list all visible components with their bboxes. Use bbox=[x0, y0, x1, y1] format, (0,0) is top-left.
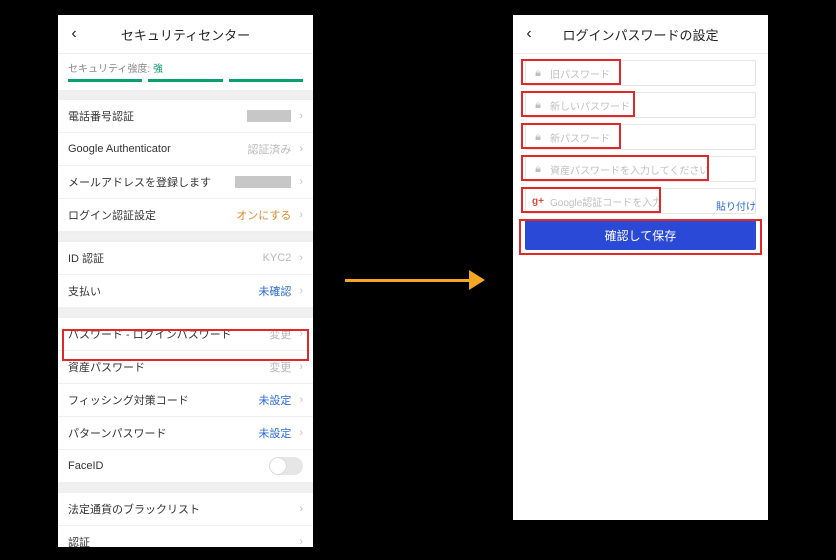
row-pattern-password[interactable]: パターンパスワード 未設定› bbox=[58, 417, 313, 450]
row-value: 変更› bbox=[269, 326, 303, 342]
security-strength: セキュリティ強度: 強 bbox=[58, 54, 313, 79]
row-register-email[interactable]: メールアドレスを登録します › bbox=[58, 166, 313, 199]
placeholder: 新パスワード bbox=[550, 130, 610, 145]
row-value: 未設定› bbox=[258, 392, 303, 408]
placeholder: 旧パスワード bbox=[550, 66, 610, 81]
masked-value bbox=[235, 176, 291, 188]
row-value: 未確認› bbox=[258, 283, 303, 299]
lock-icon: 🔒︎ bbox=[532, 131, 544, 144]
row-value: › bbox=[235, 176, 303, 188]
row-label: 認証 bbox=[68, 534, 295, 547]
header: ‹ セキュリティセンター bbox=[58, 15, 313, 54]
chevron-right-icon: › bbox=[299, 536, 303, 547]
header: ‹ ログインパスワードの設定 bbox=[513, 15, 768, 54]
row-id-verification[interactable]: ID 認証 KYC2› bbox=[58, 242, 313, 275]
placeholder: Google認証コードを入力 bbox=[550, 194, 662, 209]
row-fiat-blacklist[interactable]: 法定通貨のブラックリスト › bbox=[58, 493, 313, 526]
strength-label: セキュリティ強度: bbox=[68, 64, 150, 75]
chevron-right-icon: › bbox=[299, 427, 303, 439]
row-phone-auth[interactable]: 電話番号認証 › bbox=[58, 100, 313, 133]
row-value: オンにする› bbox=[236, 207, 303, 223]
row-label: ID 認証 bbox=[68, 250, 263, 266]
google-plus-icon: g+ bbox=[532, 196, 544, 207]
row-asset-password[interactable]: 資産パスワード 変更› bbox=[58, 351, 313, 384]
strength-bars bbox=[58, 79, 313, 90]
login-password-setting-screen: ‹ ログインパスワードの設定 🔒︎ 旧パスワード 🔒︎ 新しいパスワード 🔒︎ … bbox=[513, 15, 768, 520]
row-value: 認証済み› bbox=[247, 141, 303, 157]
chevron-right-icon: › bbox=[299, 209, 303, 221]
row-label: 電話番号認証 bbox=[68, 108, 247, 124]
lock-icon: 🔒︎ bbox=[532, 163, 544, 176]
back-icon[interactable]: ‹ bbox=[58, 15, 90, 53]
row-label: ログイン認証設定 bbox=[68, 207, 236, 223]
chevron-right-icon: › bbox=[299, 394, 303, 406]
security-center-screen: ‹ セキュリティセンター セキュリティ強度: 強 電話番号認証 › Google… bbox=[58, 15, 313, 547]
section-gap bbox=[58, 90, 313, 100]
section-gap bbox=[58, 232, 313, 242]
lock-icon: 🔒︎ bbox=[532, 99, 544, 112]
chevron-right-icon: › bbox=[299, 285, 303, 297]
row-certification[interactable]: 認証 › bbox=[58, 526, 313, 547]
row-label: パターンパスワード bbox=[68, 425, 258, 441]
confirm-password-field[interactable]: 🔒︎ 新パスワード bbox=[525, 124, 756, 150]
back-icon[interactable]: ‹ bbox=[513, 15, 545, 53]
chevron-right-icon: › bbox=[299, 252, 303, 264]
new-password-field[interactable]: 🔒︎ 新しいパスワード bbox=[525, 92, 756, 118]
confirm-save-button[interactable]: 確認して保存 bbox=[525, 220, 756, 250]
lock-icon: 🔒︎ bbox=[532, 67, 544, 80]
strength-bar bbox=[148, 79, 222, 82]
row-label: Google Authenticator bbox=[68, 143, 247, 155]
row-label: 資産パスワード bbox=[68, 359, 269, 375]
row-label: メールアドレスを登録します bbox=[68, 174, 235, 190]
page-title: セキュリティセンター bbox=[90, 25, 313, 44]
button-label: 確認して保存 bbox=[605, 227, 677, 244]
placeholder: 新しいパスワード bbox=[550, 98, 630, 113]
row-label: 支払い bbox=[68, 283, 258, 299]
toggle-off-icon[interactable] bbox=[269, 457, 303, 475]
flow-arrow bbox=[345, 270, 485, 290]
row-value: › bbox=[295, 503, 303, 515]
masked-value bbox=[247, 110, 291, 122]
row-label: フィッシング対策コード bbox=[68, 392, 258, 408]
row-label: 法定通貨のブラックリスト bbox=[68, 501, 295, 517]
row-faceid[interactable]: FaceID bbox=[58, 450, 313, 483]
placeholder: 資産パスワードを入力してください bbox=[550, 162, 709, 177]
row-login-auth-setting[interactable]: ログイン認証設定 オンにする› bbox=[58, 199, 313, 232]
chevron-right-icon: › bbox=[299, 176, 303, 188]
row-label: FaceID bbox=[68, 460, 269, 472]
row-payment[interactable]: 支払い 未確認› bbox=[58, 275, 313, 308]
chevron-right-icon: › bbox=[299, 503, 303, 515]
chevron-right-icon: › bbox=[299, 361, 303, 373]
row-value: 変更› bbox=[269, 359, 303, 375]
section-gap bbox=[58, 483, 313, 493]
row-google-authenticator[interactable]: Google Authenticator 認証済み› bbox=[58, 133, 313, 166]
row-value: 未設定› bbox=[258, 425, 303, 441]
arrow-line bbox=[345, 279, 469, 282]
row-phishing-code[interactable]: フィッシング対策コード 未設定› bbox=[58, 384, 313, 417]
chevron-right-icon: › bbox=[299, 110, 303, 122]
paste-button[interactable]: 貼り付け bbox=[716, 198, 756, 213]
strength-bar bbox=[68, 79, 142, 82]
row-value: › bbox=[295, 536, 303, 547]
row-value bbox=[269, 457, 303, 475]
section-gap bbox=[58, 308, 313, 318]
chevron-right-icon: › bbox=[299, 328, 303, 340]
row-label: パスワード - ログインパスワード bbox=[68, 326, 269, 342]
old-password-field[interactable]: 🔒︎ 旧パスワード bbox=[525, 60, 756, 86]
asset-password-field[interactable]: 🔒︎ 資産パスワードを入力してください bbox=[525, 156, 756, 182]
strength-value: 強 bbox=[153, 64, 163, 75]
form-fields: 🔒︎ 旧パスワード 🔒︎ 新しいパスワード 🔒︎ 新パスワード 🔒︎ 資産パスワ… bbox=[513, 54, 768, 250]
chevron-right-icon: › bbox=[299, 143, 303, 155]
row-value: › bbox=[247, 110, 303, 122]
row-login-password[interactable]: パスワード - ログインパスワード 変更› bbox=[58, 318, 313, 351]
strength-bar bbox=[229, 79, 303, 82]
page-title: ログインパスワードの設定 bbox=[545, 25, 768, 44]
row-value: KYC2› bbox=[263, 252, 303, 264]
arrow-head-icon bbox=[469, 270, 485, 290]
